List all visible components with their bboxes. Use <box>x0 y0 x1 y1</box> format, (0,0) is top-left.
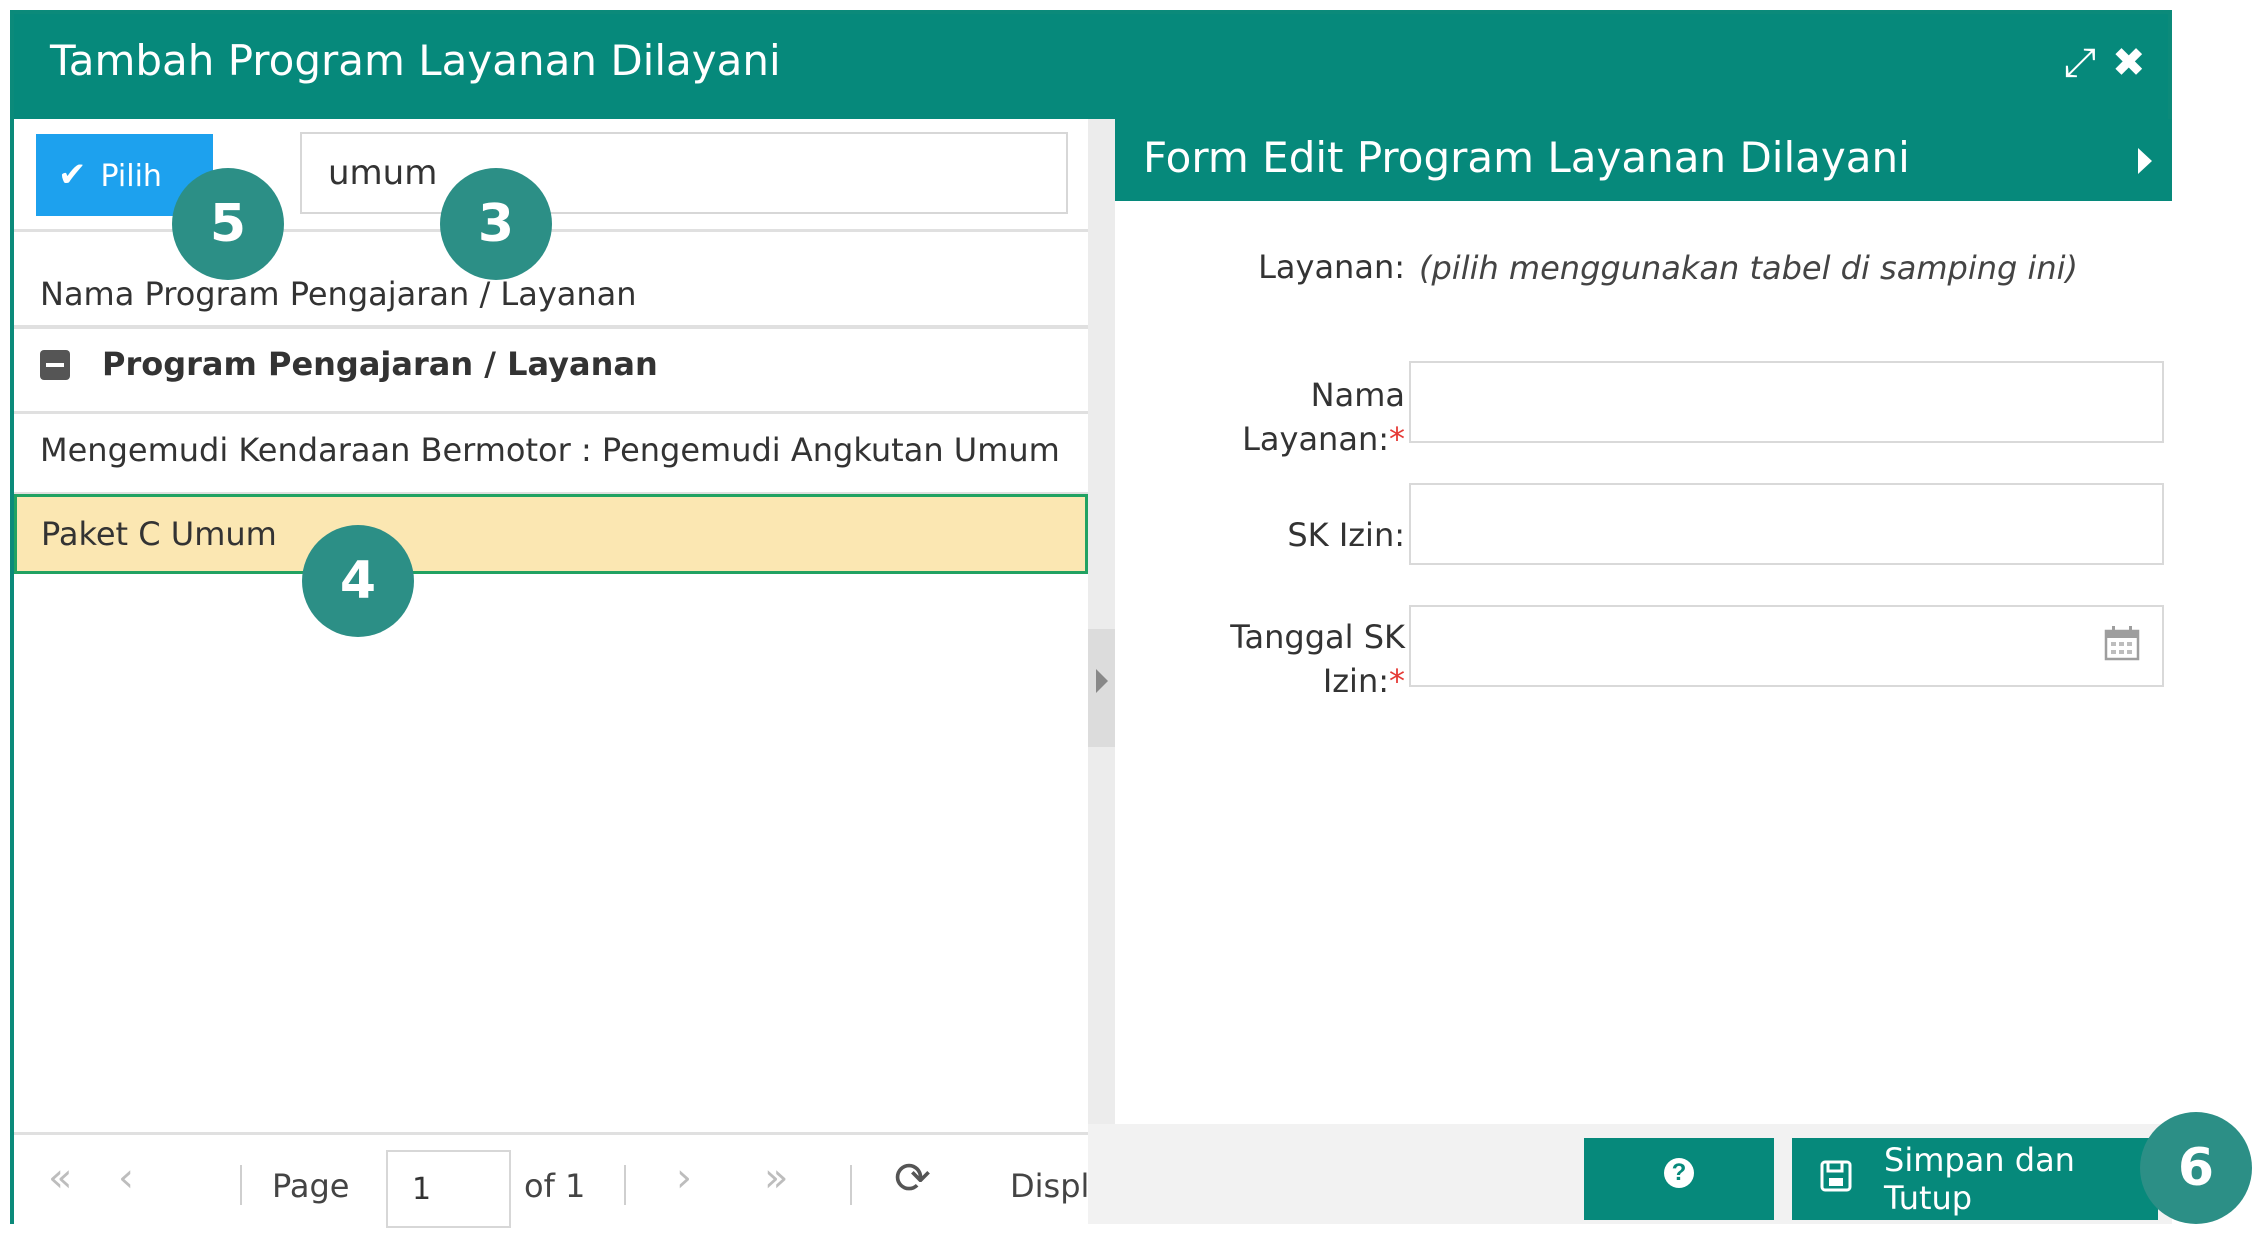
refresh-icon[interactable]: ⟳ <box>894 1153 931 1204</box>
program-grid-panel: ✔ Pilih Nama Program Pengajaran / Layanan… <box>14 119 1088 1228</box>
callout-badge-3: 3 <box>440 168 552 280</box>
required-mark: * <box>1389 420 1405 458</box>
help-button[interactable]: ? <box>1584 1138 1774 1220</box>
layanan-hint: (pilih menggunakan tabel di samping ini) <box>1419 249 2079 287</box>
form-title: Form Edit Program Layanan Dilayani <box>1143 133 1910 182</box>
close-icon[interactable]: ✖ <box>2112 40 2146 86</box>
page-label: Page <box>272 1167 350 1205</box>
edit-form-panel: Form Edit Program Layanan Dilayani Layan… <box>1115 119 2172 1124</box>
list-item-label: Paket C Umum <box>41 515 277 553</box>
callout-badge-4: 4 <box>302 525 414 637</box>
expand-icon[interactable]: ⤢ <box>2064 40 2096 86</box>
required-mark: * <box>1389 662 1405 700</box>
collapse-panel-icon[interactable] <box>2138 148 2152 174</box>
tanggal-sk-label: Tanggal SK Izin:* <box>1115 615 1405 703</box>
collapse-icon[interactable] <box>40 350 70 380</box>
pagination-bar: « ‹ Page of 1 › » ⟳ Displa <box>14 1132 1088 1228</box>
display-info: Displa <box>1010 1167 1088 1205</box>
divider <box>624 1165 626 1205</box>
selected-list-item[interactable]: Paket C Umum <box>14 494 1088 574</box>
group-row[interactable]: Program Pengajaran / Layanan <box>14 327 1088 409</box>
panel-splitter[interactable] <box>1088 119 1115 1124</box>
nama-label-text: Layanan: <box>1242 420 1389 458</box>
pilih-label: Pilih <box>100 159 162 194</box>
nama-label-line2: Layanan:* <box>1115 417 1405 461</box>
save-and-close-button[interactable]: Simpan dan Tutup <box>1792 1138 2158 1220</box>
page-number-input[interactable] <box>386 1150 511 1228</box>
floppy-disk-icon <box>1820 1160 1852 1192</box>
divider <box>850 1165 852 1205</box>
dialog-title: Tambah Program Layanan Dilayani <box>50 36 781 85</box>
save-label: Simpan dan Tutup <box>1884 1141 2075 1217</box>
next-page-icon[interactable]: › <box>676 1155 692 1201</box>
nama-layanan-label: Nama Layanan:* <box>1115 373 1405 461</box>
nama-layanan-field[interactable] <box>1409 361 2164 443</box>
prev-page-icon[interactable]: ‹ <box>118 1155 134 1201</box>
divider <box>240 1165 242 1205</box>
tanggal-label-line1: Tanggal SK <box>1230 618 1405 656</box>
tanggal-label-line2: Izin:* <box>1115 659 1405 703</box>
last-page-icon[interactable]: » <box>764 1155 788 1201</box>
sk-izin-field[interactable] <box>1409 483 2164 565</box>
column-header[interactable]: Nama Program Pengajaran / Layanan <box>40 275 637 313</box>
expand-arrow-icon[interactable] <box>1096 669 1108 693</box>
nama-label-line1: Nama <box>1310 376 1405 414</box>
title-bar[interactable]: Tambah Program Layanan Dilayani ⤢ ✖ <box>14 14 2168 119</box>
tanggal-sk-field[interactable] <box>1409 605 2164 687</box>
divider <box>14 411 1088 414</box>
list-item[interactable]: Mengemudi Kendaraan Bermotor : Pengemudi… <box>40 431 1060 469</box>
layanan-label: Layanan: <box>1258 248 1405 286</box>
tanggal-label-text: Izin: <box>1322 662 1389 700</box>
form-header: Form Edit Program Layanan Dilayani <box>1115 119 2172 201</box>
first-page-icon[interactable]: « <box>48 1155 72 1201</box>
callout-badge-6: 6 <box>2140 1112 2252 1224</box>
group-label: Program Pengajaran / Layanan <box>102 345 658 383</box>
search-input[interactable] <box>300 132 1068 214</box>
check-icon: ✔ <box>58 155 87 195</box>
help-icon: ? <box>1664 1158 1694 1188</box>
sk-izin-label: SK Izin: <box>1287 516 1405 554</box>
calendar-icon[interactable] <box>2104 625 2140 661</box>
callout-badge-5: 5 <box>172 168 284 280</box>
page-count-label: of 1 <box>524 1167 586 1205</box>
